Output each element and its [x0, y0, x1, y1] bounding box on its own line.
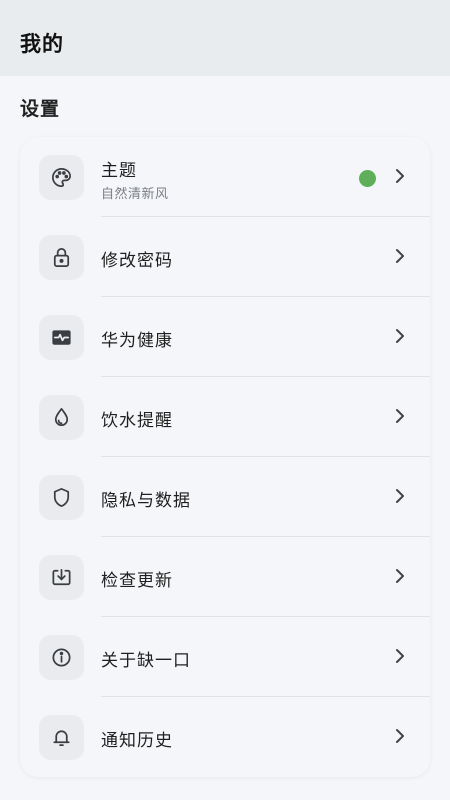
settings-item-about[interactable]: 关于缺一口	[20, 617, 430, 697]
settings-item-label: 饮水提醒	[101, 411, 173, 431]
page-title: 我的	[20, 32, 64, 56]
top-app-bar: 我的	[0, 0, 450, 76]
settings-item-label: 华为健康	[101, 331, 173, 351]
settings-item-theme[interactable]: 主题 自然清新风	[20, 137, 430, 217]
settings-item-label: 关于缺一口	[101, 651, 191, 671]
chevron-right-icon	[396, 409, 404, 423]
settings-item-check-update[interactable]: 检查更新	[20, 537, 430, 617]
settings-item-privacy-data[interactable]: 隐私与数据	[20, 457, 430, 537]
settings-item-label: 修改密码	[101, 251, 173, 271]
settings-item-label: 隐私与数据	[101, 491, 191, 511]
chevron-right-icon	[396, 569, 404, 583]
settings-item-notification-history[interactable]: 通知历史	[20, 697, 430, 777]
info-icon	[39, 635, 84, 680]
health-monitor-icon	[39, 315, 84, 360]
settings-item-label: 通知历史	[101, 731, 173, 751]
settings-item-change-password[interactable]: 修改密码	[20, 217, 430, 297]
chevron-right-icon	[396, 729, 404, 743]
settings-item-label: 检查更新	[101, 571, 173, 591]
chevron-right-icon	[396, 169, 404, 183]
chevron-right-icon	[396, 489, 404, 503]
water-drop-icon	[39, 395, 84, 440]
lock-icon	[39, 235, 84, 280]
settings-item-water-reminder[interactable]: 饮水提醒	[20, 377, 430, 457]
chevron-right-icon	[396, 649, 404, 663]
settings-item-label: 主题	[101, 161, 137, 181]
download-update-icon	[39, 555, 84, 600]
theme-color-indicator	[359, 170, 376, 187]
bell-icon	[39, 715, 84, 760]
shield-icon	[39, 475, 84, 520]
settings-item-huawei-health[interactable]: 华为健康	[20, 297, 430, 377]
palette-icon	[39, 155, 84, 200]
chevron-right-icon	[396, 329, 404, 343]
settings-item-subtitle: 自然清新风	[101, 187, 169, 202]
chevron-right-icon	[396, 249, 404, 263]
settings-card: 主题 自然清新风 修改密码 华为健康 饮水提醒 隐私与数据 检查更新 关于缺一口…	[20, 137, 430, 777]
settings-section-title: 设置	[20, 98, 61, 120]
